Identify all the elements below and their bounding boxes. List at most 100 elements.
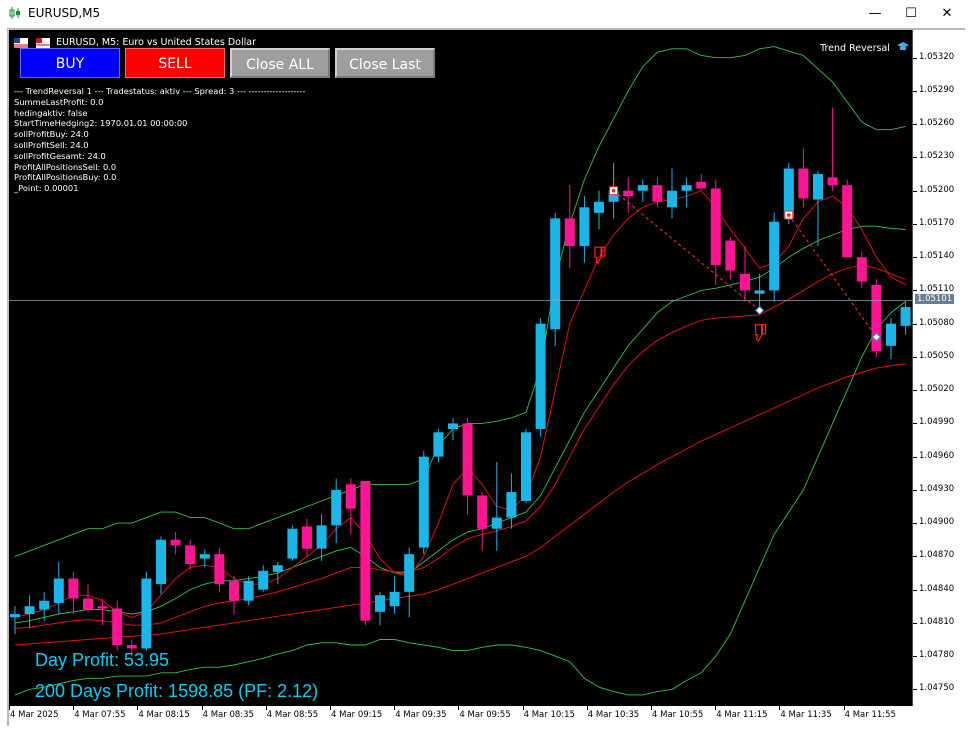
trade-line (613, 190, 760, 311)
bull-candle (579, 207, 590, 247)
current-price-label: 1.05101 (915, 294, 955, 305)
sell-entry-dot (787, 213, 791, 217)
bull-candle (272, 565, 283, 572)
time-tick-label: 4 Mar 10:55 (652, 710, 704, 720)
price-tick (913, 124, 917, 126)
flag-icon (36, 38, 50, 48)
bull-candle (156, 539, 166, 585)
bull-candle (53, 578, 64, 603)
price-tick-label: 1.05200 (919, 184, 955, 195)
time-tick-label: 4 Mar 08:55 (266, 710, 319, 720)
bull-candle (418, 456, 429, 548)
ea-label: Trend Reversal (820, 36, 909, 55)
bear-candle (214, 554, 225, 585)
bull-candle (375, 595, 385, 612)
info-line: sollProfitSell: 24.0 (14, 139, 89, 150)
bear-candle (856, 257, 867, 282)
time-tick-label: 4 Mar 11:15 (716, 710, 768, 720)
bear-candle (710, 188, 721, 265)
window-title: EURUSD,M5 (28, 6, 101, 20)
chart-area[interactable]: EURUSD, M5: Euro vs United States Dollar… (9, 30, 912, 706)
info-line: _Point: 0.00001 (14, 183, 79, 194)
bull-candle (535, 323, 546, 429)
bull-candle (287, 528, 298, 559)
price-tick-label: 1.05110 (919, 284, 955, 295)
info-line: StartTimeHedging2: 1970.01.01 00:00:00 (14, 118, 188, 129)
bull-candle (243, 580, 254, 601)
200-days-profit: 200 Days Profit: 1598.85 (PF: 2.12) (35, 681, 319, 701)
price-tick (913, 556, 917, 558)
time-tick-label: 4 Mar 10:35 (587, 710, 640, 720)
bear-candle (83, 598, 93, 610)
bull-candle (681, 185, 692, 191)
price-tick-label: 1.05170 (919, 217, 955, 228)
thumbs-down-icon (754, 324, 767, 342)
bull-candle (886, 323, 896, 346)
info-line: hedingaktiv: false (14, 107, 88, 118)
price-tick (913, 622, 917, 624)
close-icon[interactable]: ✕ (932, 4, 962, 24)
bear-candle (696, 181, 707, 189)
bull-candle (521, 432, 531, 501)
bull-candle (667, 190, 677, 208)
bear-candle (740, 273, 750, 291)
buy-button[interactable]: BUY (20, 48, 120, 78)
candlestick-chart-icon (9, 7, 20, 19)
flag-icon (14, 38, 28, 48)
close-all-button[interactable]: Close ALL (230, 48, 330, 78)
price-tick (913, 423, 917, 425)
bull-candle (331, 489, 342, 526)
moving-average-mid-line (14, 264, 906, 629)
bull-candle (404, 554, 415, 592)
bear-candle (462, 423, 473, 496)
maximize-icon[interactable]: ☐ (896, 4, 926, 24)
time-tick-label: 4 Mar 11:55 (844, 710, 896, 720)
bear-candle (477, 495, 488, 529)
bull-candle (199, 554, 210, 559)
bear-candle (170, 539, 181, 546)
minimize-icon[interactable]: — (860, 4, 890, 24)
time-tick-label: 4 Mar 09:55 (459, 710, 511, 720)
window-titlebar: EURUSD,M5 — ☐ ✕ (0, 0, 972, 28)
bull-candle (637, 185, 648, 191)
price-tick-label: 1.04930 (919, 483, 955, 494)
time-tick-label: 4 Mar 08:15 (138, 710, 190, 720)
time-tick-label: 4 Mar 11:35 (780, 710, 832, 720)
bull-candle (448, 423, 458, 429)
price-tick (913, 223, 917, 225)
bear-candle (798, 168, 809, 199)
price-tick-label: 1.05140 (919, 251, 955, 262)
time-tick-label: 4 Mar 09:35 (395, 710, 447, 720)
bull-candle (24, 606, 35, 615)
symbol-description: EURUSD, M5: Euro vs United States Dollar (56, 37, 256, 48)
price-tick-label: 1.05230 (919, 151, 955, 162)
bear-candle (564, 218, 575, 247)
bull-candle (769, 221, 780, 291)
bear-candle (345, 484, 356, 509)
ea-info-panel: --- TrendReversal 1 --- Tradestatus: akt… (14, 86, 305, 194)
time-tick-label: 4 Mar 10:15 (523, 710, 575, 720)
sell-button[interactable]: SELL (125, 48, 225, 78)
price-tick (913, 90, 917, 92)
price-tick-label: 1.05320 (919, 51, 955, 62)
day-profit: Day Profit: 53.95 (35, 650, 170, 670)
price-tick (913, 689, 917, 691)
close-last-button[interactable]: Close Last (335, 48, 435, 78)
bull-candle (813, 174, 823, 200)
graduation-cap-icon (897, 42, 909, 50)
bear-candle (827, 177, 838, 186)
bull-candle (389, 591, 400, 607)
price-tick (913, 390, 917, 392)
price-tick-label: 1.04780 (919, 650, 955, 661)
bull-candle (506, 492, 517, 518)
price-tick (913, 456, 917, 458)
bear-candle (126, 645, 137, 649)
price-tick (913, 356, 917, 358)
price-axis[interactable]: 1.05320 1.05290 1.05260 1.05230 1.05200 1.051… (912, 30, 966, 706)
price-tick-label: 1.04840 (919, 583, 955, 594)
price-tick (913, 656, 917, 658)
time-tick-label: 4 Mar 09:15 (331, 710, 383, 720)
bear-candle (652, 185, 663, 202)
time-tick-label: 4 Mar 07:55 (74, 710, 126, 720)
time-axis[interactable]: 4 Mar 2025 4 Mar 07:55 4 Mar 08:15 4 Mar 08… (9, 706, 965, 726)
